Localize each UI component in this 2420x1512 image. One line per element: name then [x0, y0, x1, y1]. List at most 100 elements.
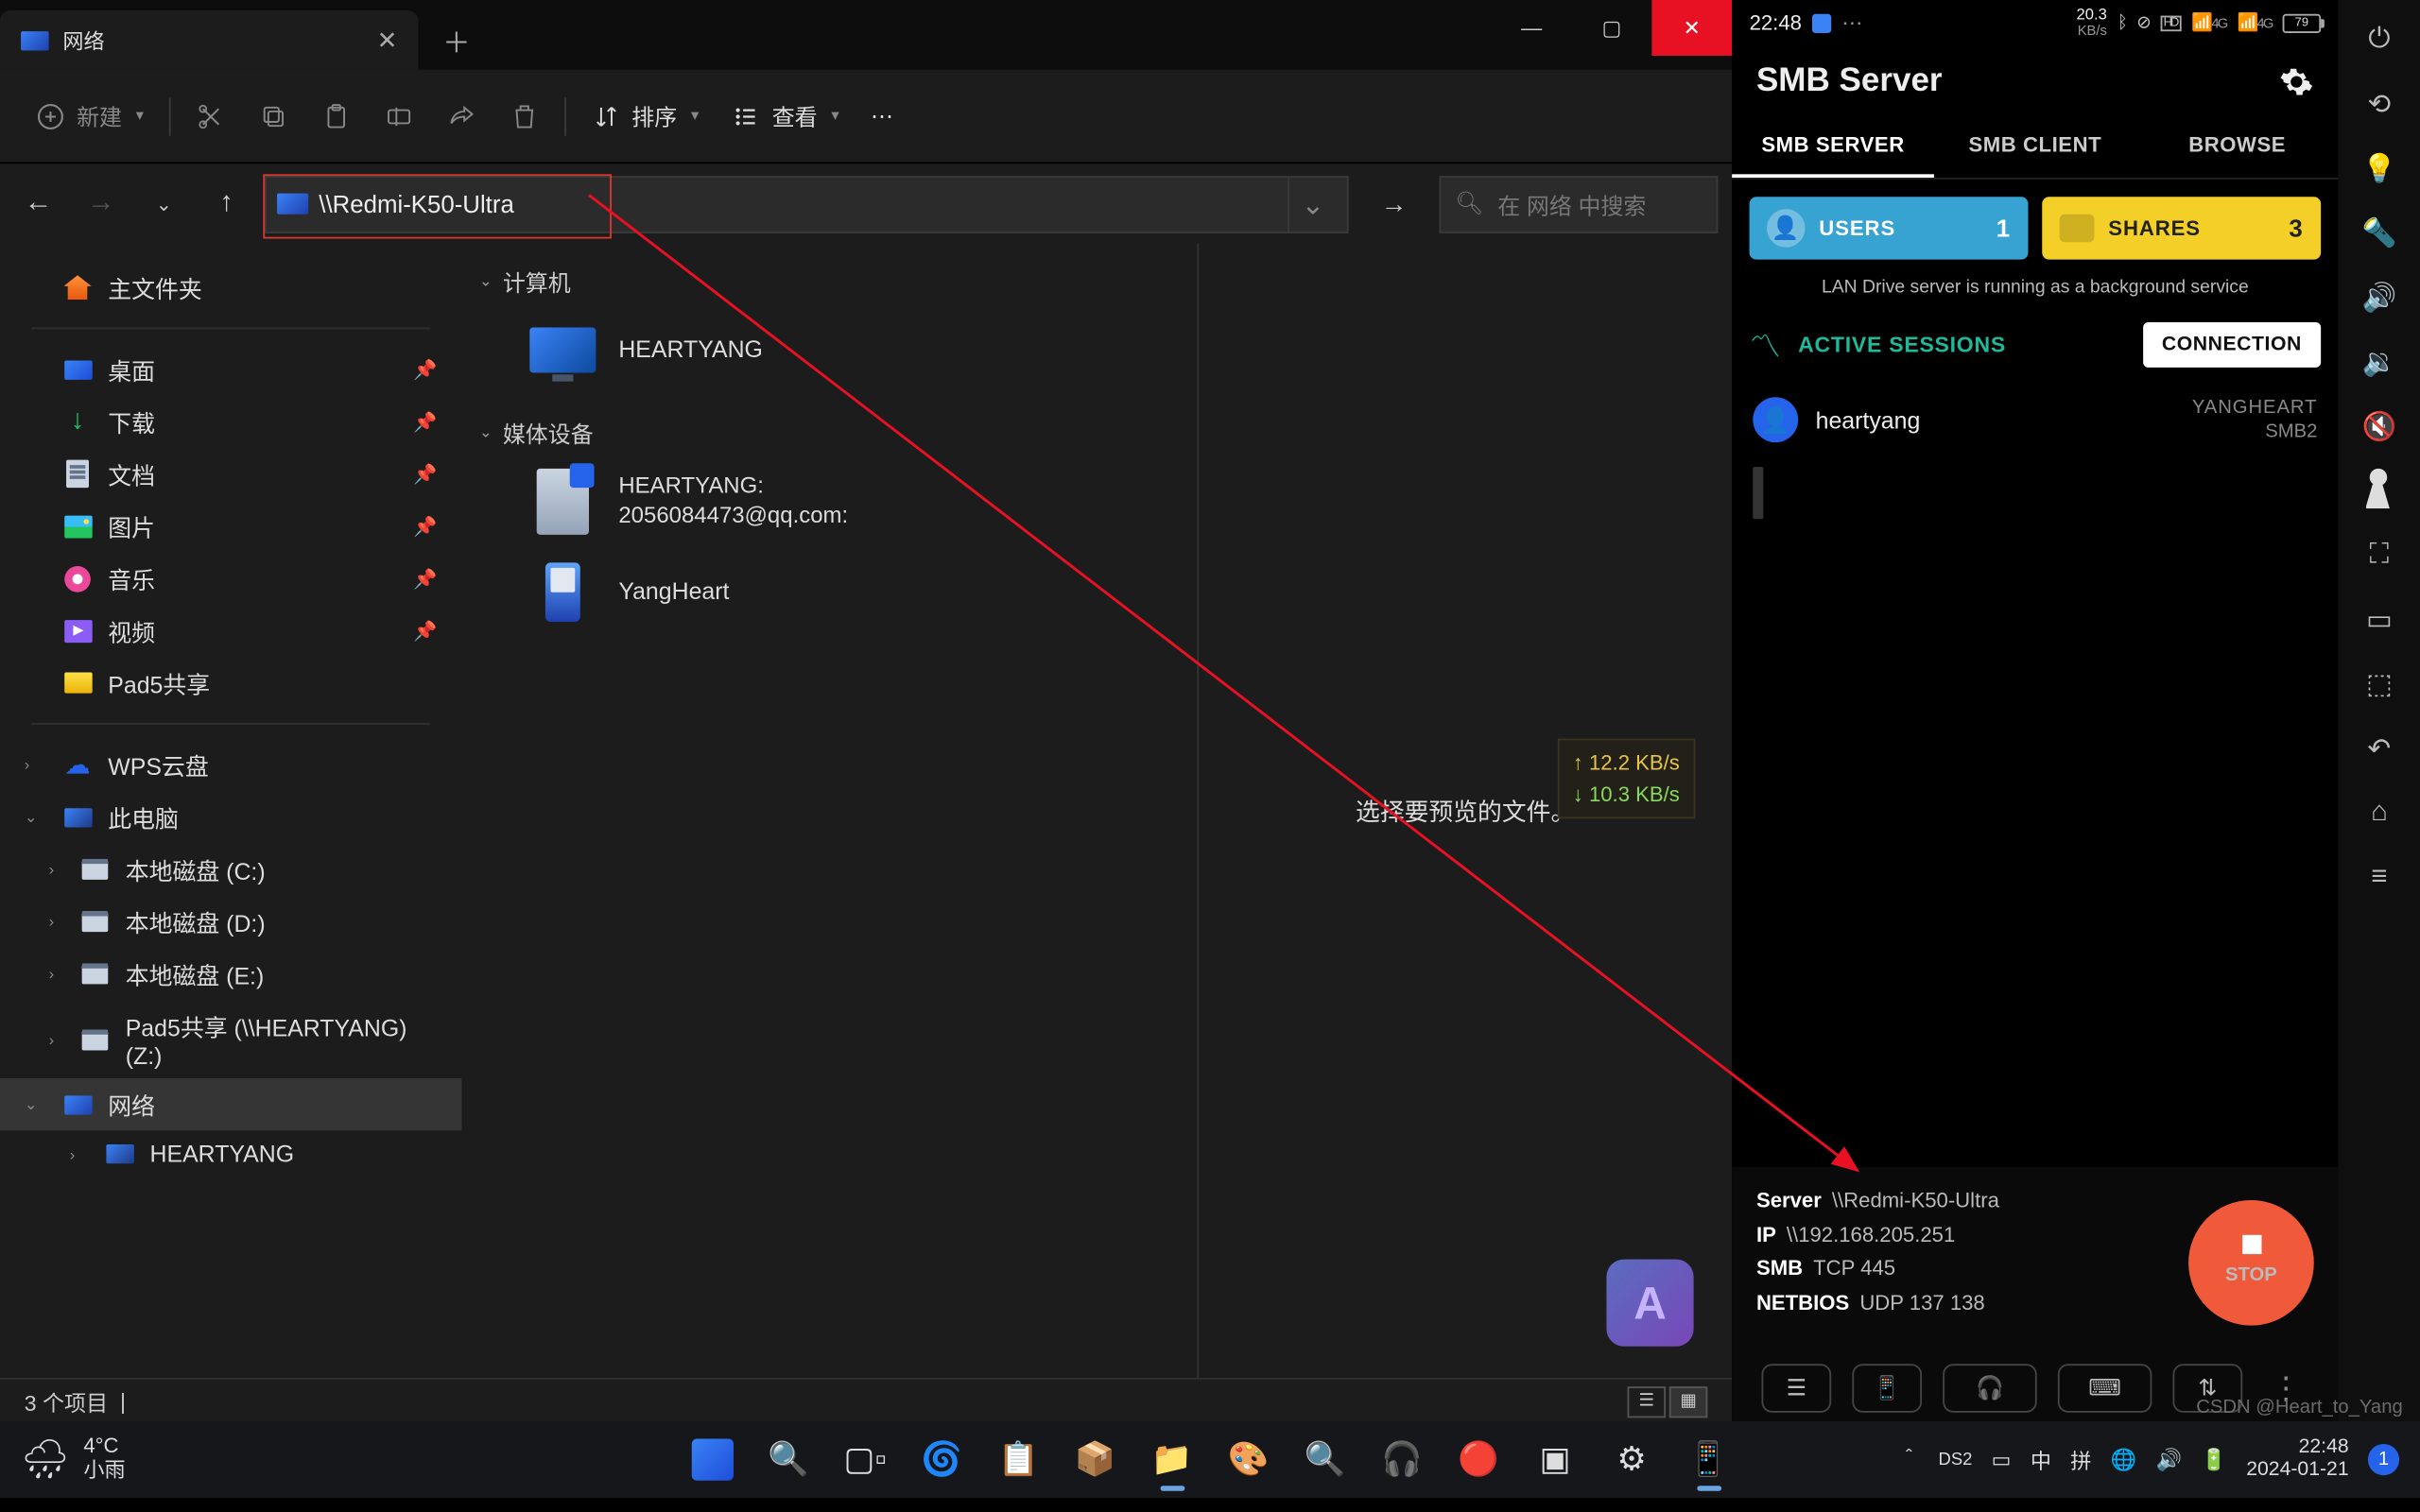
sidebar-item-thispc[interactable]: ⌄此电脑	[0, 791, 461, 843]
nav-menu-button[interactable]: ☰	[1761, 1364, 1831, 1413]
tab-smb-client[interactable]: SMB CLIENT	[1934, 115, 2136, 178]
pin-icon[interactable]: 📌	[413, 567, 437, 590]
chevron-right-icon[interactable]: ›	[49, 1030, 55, 1047]
group-media[interactable]: ⌄媒体设备	[461, 409, 1197, 456]
paste-button[interactable]	[309, 94, 361, 139]
chevron-right-icon[interactable]: ›	[70, 1145, 76, 1162]
sidebar-item-wps[interactable]: ›☁WPS云盘	[0, 739, 461, 791]
shares-stat[interactable]: SHARES 3	[2042, 197, 2321, 259]
power-button[interactable]: ⏻	[2350, 10, 2410, 70]
recent-button[interactable]: ⌄	[139, 193, 188, 215]
tab-browse[interactable]: BROWSE	[2136, 115, 2339, 178]
sidebar-item-drive-d[interactable]: ›本地磁盘 (D:)	[0, 895, 461, 947]
new-tab-button[interactable]: ＋	[418, 10, 494, 70]
back-button[interactable]: ←	[14, 188, 63, 219]
tray-battery-icon[interactable]: 🔋	[2201, 1448, 2227, 1472]
back-button[interactable]: ↶	[2350, 719, 2410, 779]
pin-icon[interactable]: 📌	[413, 410, 437, 433]
session-item[interactable]: 👤 heartyang YANGHEARTSMB2	[1732, 378, 2338, 463]
explorer-button[interactable]: 📁	[1139, 1427, 1205, 1493]
sidebar-item-drive-z[interactable]: ›Pad5共享 (\\HEARTYANG) (Z:)	[0, 1000, 461, 1078]
minimize-button[interactable]: —	[1492, 0, 1572, 56]
app-button[interactable]: 🎨	[1216, 1427, 1282, 1493]
sidebar-item-pad5share[interactable]: Pad5共享	[0, 657, 461, 709]
pin-icon[interactable]: 📌	[413, 358, 437, 381]
connection-button[interactable]: CONNECTION	[2143, 322, 2322, 368]
rename-button[interactable]	[372, 94, 424, 139]
volume-down-button[interactable]: 🔉	[2350, 333, 2410, 392]
sidebar-item-network[interactable]: ⌄网络	[0, 1078, 461, 1130]
tab-close-icon[interactable]: ✕	[377, 26, 398, 55]
address-input[interactable]	[319, 190, 1288, 217]
close-button[interactable]: ✕	[1651, 0, 1732, 56]
menu-button[interactable]: ≡	[2350, 849, 2410, 908]
notification-badge[interactable]: 1	[2368, 1444, 2399, 1475]
list-item-computer[interactable]: HEARTYANG	[461, 305, 1197, 396]
chevron-right-icon[interactable]: ›	[49, 913, 55, 930]
sidebar-home[interactable]: 主文件夹	[0, 261, 461, 313]
tab-smb-server[interactable]: SMB SERVER	[1732, 115, 1934, 178]
sort-button[interactable]: 排序▾	[579, 93, 709, 140]
sidebar-item-drive-c[interactable]: ›本地磁盘 (C:)	[0, 843, 461, 895]
sidebar-item-desktop[interactable]: 桌面📌	[0, 343, 461, 395]
more-button[interactable]: ⋯	[860, 94, 904, 136]
share-button[interactable]	[435, 94, 487, 139]
delete-button[interactable]	[497, 94, 549, 139]
pin-icon[interactable]: 📌	[413, 462, 437, 485]
mute-button[interactable]: 🔇	[2350, 397, 2410, 456]
gear-icon[interactable]	[2279, 64, 2314, 99]
chevron-right-icon[interactable]: ›	[49, 861, 55, 878]
app-button[interactable]: 🔍	[1292, 1427, 1358, 1493]
search-button[interactable]: 🔍	[755, 1427, 821, 1493]
app-button[interactable]: 🎧	[1369, 1427, 1435, 1493]
sidebar-item-pictures[interactable]: 图片📌	[0, 500, 461, 552]
start-button[interactable]	[679, 1427, 745, 1493]
crop-button[interactable]: ⬚	[2350, 655, 2410, 714]
weather-widget[interactable]: 🌧 4°C小雨	[0, 1435, 147, 1484]
pin-icon[interactable]: 📌	[413, 515, 437, 538]
settings-button[interactable]: ⚙	[1599, 1427, 1665, 1493]
scrcpy-button[interactable]: 📱	[1675, 1427, 1741, 1493]
group-computer[interactable]: ⌄计算机	[461, 258, 1197, 305]
app-button[interactable]: 📦	[1062, 1427, 1128, 1493]
nav-phone-button[interactable]: 📱	[1852, 1364, 1922, 1413]
volume-up-button[interactable]: 🔊	[2350, 268, 2410, 328]
chevron-down-icon[interactable]: ⌄	[25, 1094, 38, 1113]
list-item-media-1[interactable]: HEARTYANG:2056084473@qq.com:	[461, 456, 1197, 547]
address-dropdown[interactable]: ⌄	[1288, 177, 1337, 231]
rotate-button[interactable]: ⟲	[2350, 75, 2410, 134]
taskview-button[interactable]: ▢▫	[832, 1427, 898, 1493]
address-bar[interactable]: ⌄	[265, 175, 1348, 232]
app-thumbnail[interactable]: A	[1606, 1260, 1693, 1347]
nav-headphones-button[interactable]: 🎧	[1943, 1364, 2037, 1413]
bulb-off-button[interactable]: 🔦	[2350, 204, 2410, 264]
nav-keyboard-button[interactable]: ⌨	[2058, 1364, 2152, 1413]
tray-cn[interactable]: 中	[2031, 1445, 2051, 1474]
home-button[interactable]: ⌂	[2350, 783, 2410, 843]
fullscreen-button[interactable]: ⛶	[2350, 526, 2410, 586]
tray-ds2[interactable]: DS2	[1939, 1450, 1973, 1469]
details-view-button[interactable]: ☰	[1628, 1385, 1667, 1417]
bulb-button[interactable]: 💡	[2350, 139, 2410, 198]
chevron-down-icon[interactable]: ⌄	[25, 807, 38, 826]
tray-network-icon[interactable]: 🌐	[2111, 1448, 2137, 1472]
sidebar-item-drive-e[interactable]: ›本地磁盘 (E:)	[0, 948, 461, 1000]
new-button[interactable]: 新建▾	[25, 93, 154, 140]
forward-button[interactable]: →	[77, 188, 126, 219]
maximize-button[interactable]: ▢	[1572, 0, 1652, 56]
terminal-button[interactable]: ▣	[1522, 1427, 1588, 1493]
up-button[interactable]: ↑	[202, 188, 251, 219]
sidebar-item-downloads[interactable]: ↓下载📌	[0, 395, 461, 447]
sidebar-item-music[interactable]: 音乐📌	[0, 552, 461, 604]
edge-button[interactable]: 🌀	[908, 1427, 975, 1493]
chevron-right-icon[interactable]: ›	[25, 756, 30, 773]
icons-view-button[interactable]: ▦	[1669, 1385, 1708, 1417]
tray-cast-icon[interactable]: ▭	[1992, 1448, 2012, 1472]
users-stat[interactable]: 👤 USERS 1	[1750, 197, 2029, 259]
list-item-media-2[interactable]: YangHeart	[461, 547, 1197, 638]
stop-button[interactable]: STOP	[2188, 1200, 2314, 1326]
tray-chevron[interactable]: ＾	[1898, 1445, 1919, 1474]
sidebar-item-net-heartyang[interactable]: ›HEARTYANG	[0, 1130, 461, 1177]
sidebar-item-documents[interactable]: 文档📌	[0, 448, 461, 500]
cut-button[interactable]	[184, 94, 236, 139]
